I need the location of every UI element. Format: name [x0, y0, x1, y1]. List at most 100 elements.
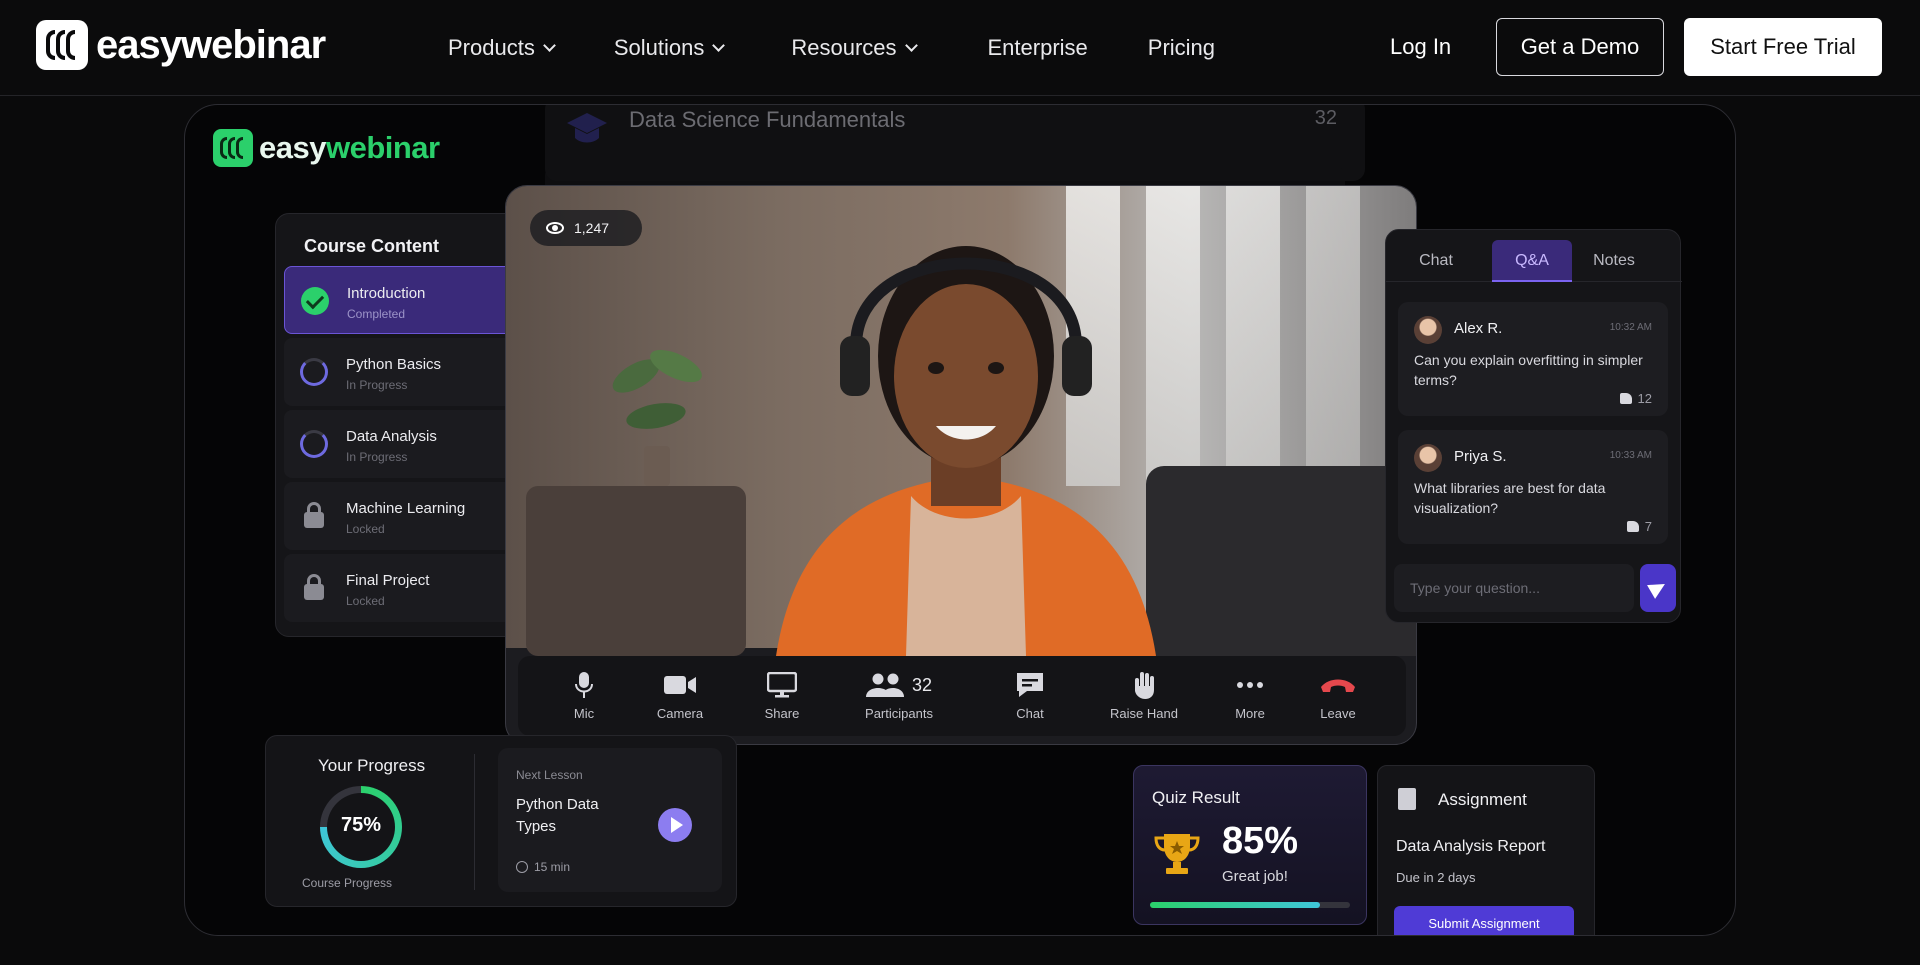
thumbs-up-icon	[1619, 393, 1632, 404]
lesson-data-analysis[interactable]: Data Analysis In Progress	[284, 410, 542, 478]
progress-ring-icon	[300, 430, 328, 458]
menu-solutions[interactable]: Solutions	[614, 35, 726, 61]
tab-chat[interactable]: Chat	[1396, 240, 1476, 282]
viewer-count-badge: 1,247	[530, 210, 642, 246]
avatar	[1414, 316, 1442, 344]
chat-button[interactable]: Chat	[980, 670, 1080, 721]
lesson-python-basics[interactable]: Python Basics In Progress	[284, 338, 542, 406]
play-icon[interactable]	[658, 808, 692, 842]
trophy-icon	[1154, 834, 1200, 874]
start-free-trial-button[interactable]: Start Free Trial	[1684, 18, 1882, 76]
send-icon[interactable]	[1640, 564, 1676, 612]
participants-button[interactable]: 32 Participants	[834, 670, 964, 721]
lock-icon	[304, 502, 324, 528]
lesson-status: Locked	[346, 522, 385, 536]
question-time: 10:33 AM	[1609, 450, 1652, 461]
hero-brand-name: easywebinar	[259, 130, 440, 165]
login-link[interactable]: Log In	[1390, 34, 1451, 60]
question-card[interactable]: Priya S. 10:33 AM What libraries are bes…	[1398, 430, 1668, 544]
brand-logo[interactable]: easywebinar	[36, 20, 326, 70]
question-card[interactable]: Alex R. 10:32 AM Can you explain overfit…	[1398, 302, 1668, 416]
menu-products[interactable]: Products	[448, 35, 556, 61]
chevron-down-icon	[542, 38, 556, 52]
window-light	[1306, 186, 1360, 486]
plant-decoration	[612, 349, 702, 486]
chat-panel: Chat Q&A Notes Alex R. 10:32 AM Can you …	[1385, 229, 1682, 623]
question-text: Can you explain overfitting in simpler t…	[1414, 352, 1643, 388]
upvote-button[interactable]: 7	[1626, 519, 1652, 534]
lesson-name: Data Analysis	[346, 428, 437, 445]
window-light	[1226, 186, 1280, 486]
tab-qa[interactable]: Q&A	[1492, 240, 1572, 282]
get-demo-button[interactable]: Get a Demo	[1496, 18, 1664, 76]
menu-label: Enterprise	[987, 35, 1088, 60]
logo-mark-icon	[36, 20, 88, 70]
menu-pricing[interactable]: Pricing	[1148, 35, 1215, 61]
lesson-name: Python Basics	[346, 356, 442, 373]
progress-ring-icon	[300, 358, 328, 386]
assignment-title: Assignment	[1438, 790, 1527, 809]
course-content-panel: Course Content Introduction Completed Py…	[275, 213, 542, 637]
clock-icon	[516, 861, 528, 873]
question-author: Alex R.	[1454, 320, 1503, 337]
lesson-final-project[interactable]: Final Project Locked	[284, 554, 542, 622]
lesson-name: Final Project	[346, 572, 430, 589]
call-controls: Mic Camera Share 32 Participants Chat Ra…	[518, 656, 1406, 736]
chat-tabs: Chat Q&A Notes	[1386, 230, 1682, 282]
next-lesson-duration: 15 min	[516, 860, 570, 874]
progress-card: Your Progress 75% Course Progress Next L…	[265, 735, 737, 907]
presenter-figure	[776, 246, 1156, 656]
more-button[interactable]: More	[1200, 670, 1300, 721]
quiz-score-fill	[1150, 902, 1320, 908]
top-navigation: easywebinar Products Solutions Resources…	[0, 0, 1920, 96]
video-stage: 1,247 Mic Camera Share 32 Participants C…	[505, 185, 1417, 745]
camera-button[interactable]: Camera	[630, 670, 730, 721]
main-menu: Products Solutions Resources Enterprise …	[448, 0, 1275, 96]
course-header-title: Data Science Fundamentals	[629, 107, 906, 132]
next-lesson-card[interactable]: Next Lesson Python Data Types 15 min	[498, 748, 722, 892]
lesson-name: Introduction	[347, 285, 426, 302]
share-button[interactable]: Share	[732, 670, 832, 721]
next-lesson-label: Next Lesson	[516, 768, 583, 782]
menu-label: Pricing	[1147, 35, 1216, 60]
mic-button[interactable]: Mic	[534, 670, 634, 721]
progress-percent: 75%	[340, 814, 382, 836]
lesson-status: Completed	[347, 307, 406, 321]
document-icon	[1398, 788, 1416, 810]
menu-resources[interactable]: Resources	[791, 35, 918, 61]
eye-icon	[546, 222, 564, 234]
upvote-count: 12	[1637, 391, 1652, 406]
quiz-score-bar	[1150, 902, 1350, 908]
lesson-machine-learning[interactable]: Machine Learning Locked	[284, 482, 542, 550]
chevron-down-icon	[712, 38, 726, 52]
logo-mark-icon	[213, 129, 253, 167]
check-circle-icon	[301, 287, 329, 315]
leave-button[interactable]: Leave	[1288, 670, 1388, 721]
next-lesson-title: Python Data Types	[516, 796, 599, 835]
control-label: Mic	[573, 706, 595, 721]
control-label: Chat	[1016, 706, 1044, 721]
presenter-video[interactable]	[506, 186, 1416, 656]
lesson-introduction[interactable]: Introduction Completed	[284, 266, 542, 334]
question-text: What libraries are best for data visuali…	[1414, 480, 1606, 516]
raise-hand-button[interactable]: Raise Hand	[1094, 670, 1194, 721]
menu-enterprise[interactable]: Enterprise	[988, 35, 1088, 61]
lock-icon	[304, 574, 324, 600]
question-input[interactable]	[1394, 564, 1634, 612]
participant-count: 32	[911, 674, 933, 695]
tab-notes[interactable]: Notes	[1574, 240, 1654, 282]
thumbs-up-icon	[1626, 521, 1639, 532]
leave-call-icon	[1321, 679, 1355, 692]
course-content-title: Course Content	[304, 236, 439, 256]
screen-share-icon	[767, 672, 797, 698]
progress-title: Your Progress	[318, 756, 426, 775]
submit-assignment-button[interactable]: Submit Assignment	[1394, 906, 1574, 935]
mic-icon	[575, 672, 593, 698]
lesson-status: Locked	[346, 594, 385, 608]
progress-donut: 75%	[320, 786, 402, 868]
upvote-button[interactable]: 12	[1619, 391, 1652, 406]
assignment-due: Due in 2 days	[1396, 870, 1476, 885]
avatar	[1414, 444, 1442, 472]
viewer-count: 1,247	[574, 220, 610, 236]
control-label: Leave	[1320, 706, 1356, 721]
